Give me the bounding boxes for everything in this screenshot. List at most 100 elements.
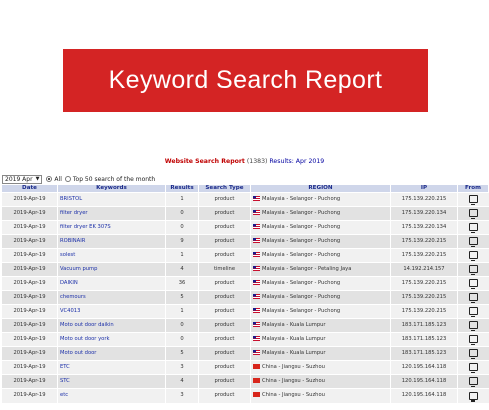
- cell-keyword-link[interactable]: chemours: [57, 290, 166, 305]
- table-body: 2019-Apr-19 BRISTOL 1 product Malaysia - Sel…: [1, 192, 489, 403]
- report-title: Website Search Report: [164, 158, 245, 165]
- column-header-from[interactable]: From: [457, 184, 489, 193]
- malaysia-flag-icon: [253, 294, 260, 299]
- report-count: (1383): [246, 158, 268, 165]
- table-row: 2019-Apr-19 solest 1 product Malaysia - Sela…: [1, 248, 489, 263]
- cell-keyword-link[interactable]: solest: [57, 248, 166, 263]
- monitor-icon: [468, 307, 478, 318]
- cell-keyword-link[interactable]: Vacuum pump: [57, 262, 166, 277]
- malaysia-flag-icon: [253, 350, 260, 355]
- malaysia-flag-icon: [253, 196, 260, 201]
- region-text: Malaysia - Selangor - Puchong: [262, 238, 341, 244]
- cell-ip: 175.139.220.215: [390, 192, 458, 207]
- chevron-down-icon: ▼: [35, 176, 40, 182]
- cell-keyword-link[interactable]: ROBINAIR: [57, 234, 166, 249]
- table-row: 2019-Apr-19 VC4013 1 product Malaysia - Sela…: [1, 304, 489, 319]
- monitor-icon: [468, 265, 478, 276]
- region-text: Malaysia - Kuala Lumpur: [262, 336, 326, 342]
- column-header-search-type[interactable]: Search Type: [198, 184, 251, 193]
- column-header-ip[interactable]: IP: [390, 184, 458, 193]
- cell-ip: 175.139.220.215: [390, 234, 458, 249]
- region-text: Malaysia - Kuala Lumpur: [262, 322, 326, 328]
- cell-keyword-link[interactable]: VC4013: [57, 304, 166, 319]
- cell-date: 2019-Apr-19: [1, 262, 58, 277]
- filter-top50-option[interactable]: Top 50 search of the month: [64, 176, 155, 183]
- cell-region: China - Jiangsu - Suzhou: [250, 374, 391, 389]
- month-select[interactable]: 2019 Apr ▼: [2, 174, 43, 184]
- all-radio[interactable]: [46, 176, 53, 182]
- cell-date: 2019-Apr-19: [1, 248, 58, 263]
- region-text: Malaysia - Selangor - Puchong: [262, 210, 341, 216]
- monitor-icon: [468, 349, 478, 360]
- cell-ip: 120.195.164.118: [390, 360, 458, 375]
- malaysia-flag-icon: [253, 238, 260, 243]
- table-row: 2019-Apr-19 filter dryer EK 307S 0 product M…: [1, 220, 489, 235]
- cell-region: China - Jiangsu - Suzhou: [250, 388, 391, 403]
- cell-date: 2019-Apr-19: [1, 360, 58, 375]
- cell-date: 2019-Apr-19: [1, 318, 58, 333]
- table-row: 2019-Apr-19 Moto out door daikin 0 product M…: [1, 318, 489, 333]
- malaysia-flag-icon: [253, 224, 260, 229]
- cell-keyword-link[interactable]: filter dryer: [57, 206, 166, 221]
- cell-region: Malaysia - Selangor - Petaling Jaya: [250, 262, 391, 277]
- cell-results: 3: [165, 388, 199, 403]
- cell-results: 0: [165, 220, 199, 235]
- cell-results: 1: [165, 304, 199, 319]
- cell-date: 2019-Apr-19: [1, 346, 58, 361]
- malaysia-flag-icon: [253, 308, 260, 313]
- china-flag-icon: [253, 378, 260, 383]
- table-row: 2019-Apr-19 Moto out door 5 product Malaysia…: [1, 346, 489, 361]
- cell-results: 0: [165, 318, 199, 333]
- cell-from: [457, 304, 489, 319]
- cell-results: 3: [165, 360, 199, 375]
- cell-from: [457, 374, 489, 389]
- cell-ip: 14.192.214.157: [390, 262, 458, 277]
- filter-all-option[interactable]: All: [46, 176, 62, 183]
- cell-from: [457, 388, 489, 403]
- cell-region: Malaysia - Selangor - Puchong: [250, 234, 391, 249]
- cell-from: [457, 332, 489, 347]
- cell-region: Malaysia - Selangor - Puchong: [250, 290, 391, 305]
- malaysia-flag-icon: [253, 252, 260, 257]
- monitor-icon: [468, 293, 478, 304]
- cell-keyword-link[interactable]: Moto out door york: [57, 332, 166, 347]
- cell-date: 2019-Apr-19: [1, 304, 58, 319]
- cell-region: Malaysia - Selangor - Puchong: [250, 206, 391, 221]
- cell-keyword-link[interactable]: Moto out door: [57, 346, 166, 361]
- cell-region: Malaysia - Selangor - Puchong: [250, 220, 391, 235]
- table-row: 2019-Apr-19 Vacuum pump 4 timeline Malaysia …: [1, 262, 489, 277]
- cell-results: 36: [165, 276, 199, 291]
- column-header-date[interactable]: Date: [1, 184, 58, 193]
- cell-region: Malaysia - Kuala Lumpur: [250, 332, 391, 347]
- monitor-icon: [468, 237, 478, 248]
- cell-keyword-link[interactable]: filter dryer EK 307S: [57, 220, 166, 235]
- cell-ip: 183.171.185.123: [390, 346, 458, 361]
- column-header-region[interactable]: REGION: [250, 184, 391, 193]
- monitor-icon: [468, 335, 478, 346]
- cell-keyword-link[interactable]: ETC: [57, 360, 166, 375]
- cell-results: 0: [165, 206, 199, 221]
- cell-results: 5: [165, 346, 199, 361]
- column-header-results[interactable]: Results: [165, 184, 199, 193]
- cell-keyword-link[interactable]: STC: [57, 374, 166, 389]
- cell-keyword-link[interactable]: Moto out door daikin: [57, 318, 166, 333]
- cell-region: Malaysia - Selangor - Puchong: [250, 192, 391, 207]
- cell-ip: 120.195.164.118: [390, 388, 458, 403]
- cell-search-type: product: [198, 346, 251, 361]
- cell-keyword-link[interactable]: etc: [57, 388, 166, 403]
- cell-region: China - Jiangsu - Suzhou: [250, 360, 391, 375]
- cell-results: 1: [165, 248, 199, 263]
- cell-from: [457, 192, 489, 207]
- cell-keyword-link[interactable]: BRISTOL: [57, 192, 166, 207]
- region-text: China - Jiangsu - Suzhou: [262, 364, 325, 370]
- report-results-label: Results: Apr 2019: [269, 158, 325, 165]
- cell-date: 2019-Apr-19: [1, 220, 58, 235]
- top50-radio[interactable]: [64, 176, 71, 182]
- region-text: Malaysia - Selangor - Puchong: [262, 308, 341, 314]
- column-header-keywords[interactable]: Keywords: [57, 184, 166, 193]
- cell-ip: 120.195.164.118: [390, 374, 458, 389]
- cell-keyword-link[interactable]: DAIKIN: [57, 276, 166, 291]
- cell-ip: 175.139.220.215: [390, 276, 458, 291]
- cell-from: [457, 346, 489, 361]
- region-text: Malaysia - Selangor - Puchong: [262, 280, 341, 286]
